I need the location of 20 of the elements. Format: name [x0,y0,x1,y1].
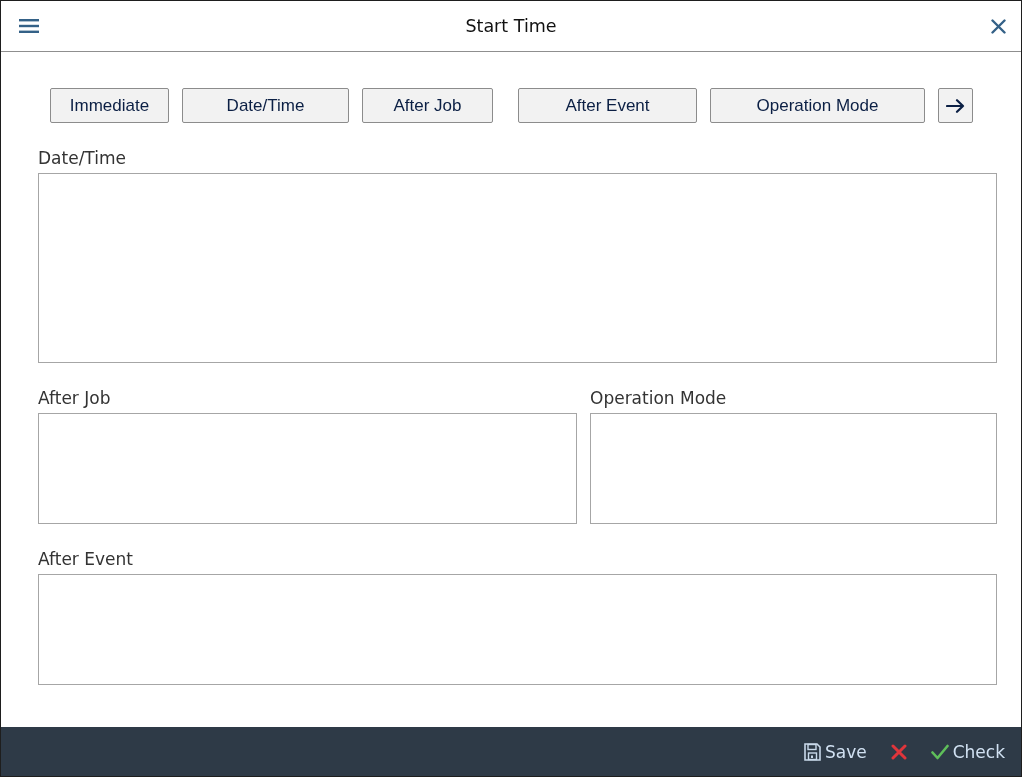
save-button[interactable]: Save [801,741,869,762]
group-title: Date/Time [38,147,126,170]
checkmark-icon [930,743,949,760]
close-button[interactable] [991,18,1006,34]
window-title: Start Time [465,16,557,36]
close-icon [991,18,1006,34]
tab-button[interactable]: After Job [362,88,493,123]
next-button[interactable] [938,88,973,123]
tab-button[interactable]: Immediate [50,88,169,123]
tab-button[interactable]: After Event [518,88,697,123]
check-button[interactable]: Check [928,741,1007,762]
group-title: Operation Mode [590,387,727,410]
tab-button[interactable]: Date/Time [182,88,349,123]
menu-button[interactable] [19,19,39,33]
tab-button[interactable]: Operation Mode [710,88,925,123]
group-title: After Event [38,548,133,571]
menu-icon [19,19,39,33]
cross-icon [890,743,907,760]
arrow-right-icon [946,98,965,113]
group-title: After Job [38,387,111,410]
